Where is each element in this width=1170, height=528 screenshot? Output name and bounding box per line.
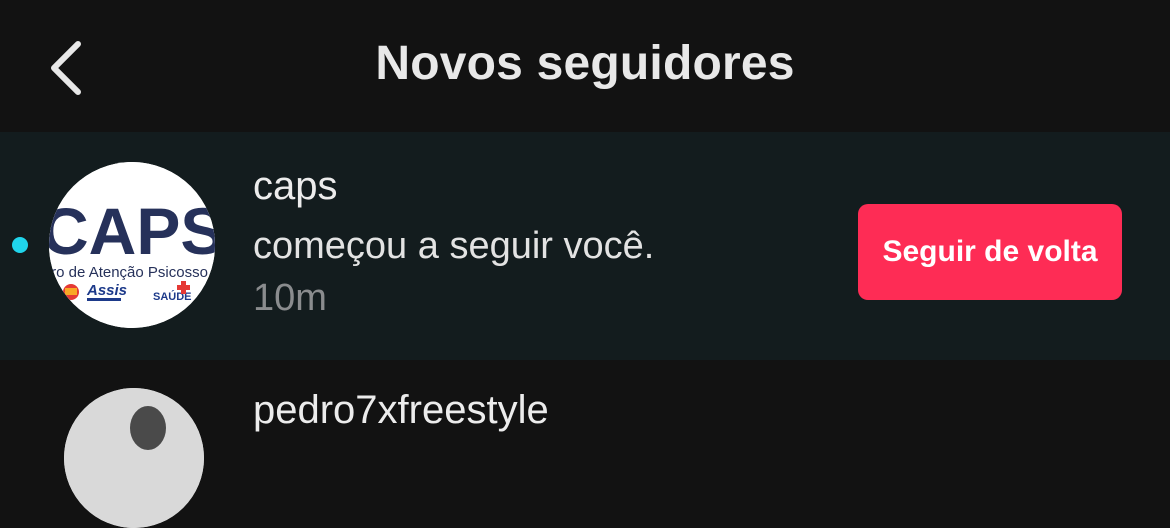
- notification-message: começou a seguir você.: [253, 225, 655, 267]
- top-bar: Novos seguidores: [0, 0, 1170, 132]
- user-photo: [64, 388, 204, 528]
- timestamp: 10m: [253, 277, 327, 319]
- caps-logo-image: CAPS tro de Atenção Psicosso Assis SAÚDE: [49, 162, 215, 328]
- svg-text:CAPS: CAPS: [49, 194, 215, 268]
- avatar[interactable]: CAPS tro de Atenção Psicosso Assis SAÚDE: [49, 162, 215, 328]
- unread-indicator: [12, 237, 28, 253]
- username[interactable]: pedro7xfreestyle: [253, 388, 549, 433]
- follow-back-button[interactable]: Seguir de volta: [858, 204, 1122, 300]
- page-title: Novos seguidores: [375, 37, 795, 90]
- svg-text:tro de Atenção Psicosso: tro de Atenção Psicosso: [49, 264, 208, 281]
- username[interactable]: caps: [253, 164, 338, 209]
- avatar[interactable]: [64, 388, 204, 528]
- svg-text:Assis: Assis: [86, 282, 127, 299]
